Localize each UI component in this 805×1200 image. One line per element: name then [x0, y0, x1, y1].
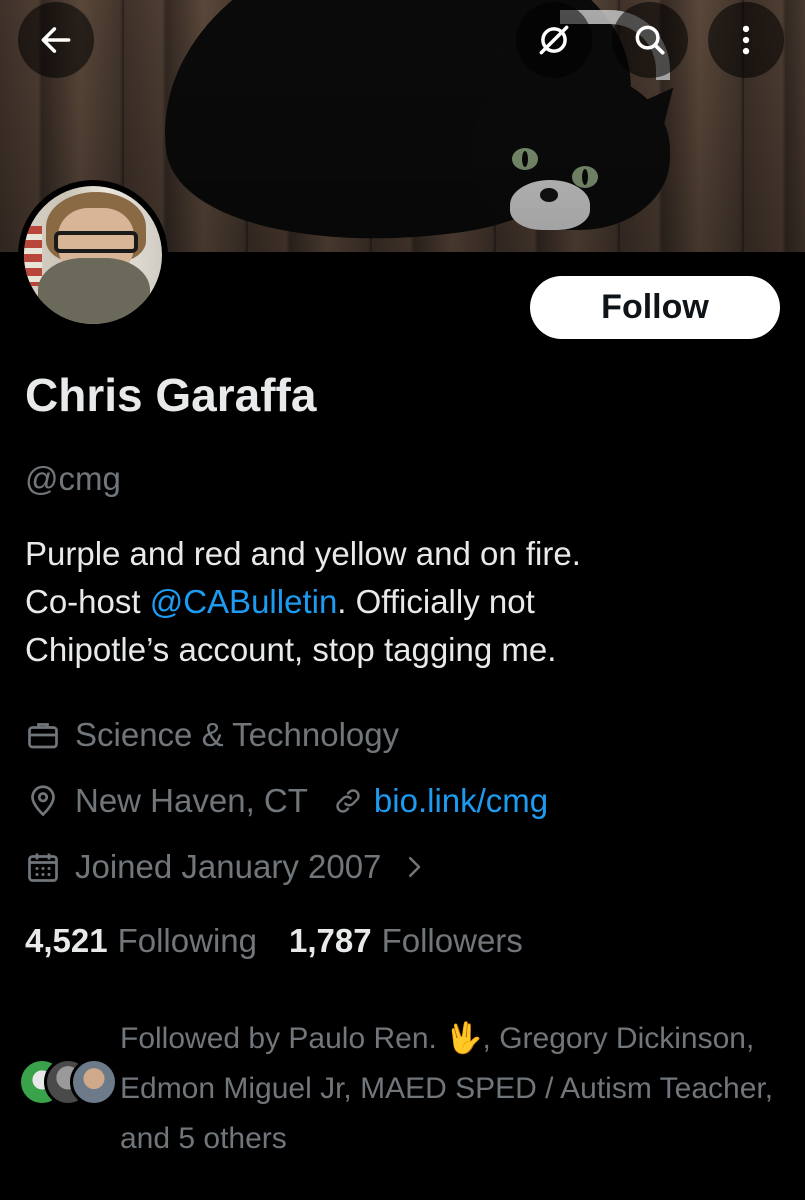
category-text: Science & Technology [75, 716, 400, 753]
followers-link[interactable]: 1,787 Followers [289, 922, 523, 960]
location-text: New Haven, CT [75, 782, 308, 819]
bio-line: Purple and red and yellow and on fire. [25, 535, 581, 572]
vulcan-salute-emoji: 🖖 [445, 1022, 483, 1055]
display-name: Chris Garaffa [25, 369, 317, 421]
avatar-scarf [38, 258, 150, 324]
link-icon [336, 789, 360, 813]
calendar-icon [28, 853, 58, 882]
user-handle: @cmg [25, 460, 121, 497]
following-link[interactable]: 4,521 Following [25, 922, 257, 960]
followed-by-part: Followed by Paulo Ren. [120, 1022, 446, 1055]
bio-text: Co-host [25, 583, 150, 620]
follow-button[interactable]: Follow [530, 276, 780, 339]
briefcase-icon [28, 723, 58, 749]
avatar-bookshelf [24, 226, 42, 286]
joined-row[interactable]: Joined January 2007 [25, 848, 443, 886]
mini-avatar [70, 1058, 118, 1106]
chevron-right-icon [409, 857, 421, 877]
website-link[interactable]: bio.link/cmg [374, 782, 548, 820]
bio: Purple and red and yellow and on fire. C… [25, 530, 785, 674]
joined-text: Joined January 2007 [75, 848, 382, 885]
follow-counts: 4,521 Following 1,787 Followers [25, 922, 523, 960]
bio-line: Co-host @CABulletin. Officially not [25, 578, 785, 626]
avatar-glasses [54, 231, 138, 253]
followers-label: Followers [381, 922, 523, 959]
grok-icon [539, 25, 569, 55]
bio-text: . Officially not [337, 583, 535, 620]
followed-by-text[interactable]: Followed by Paulo Ren. 🖖, Gregory Dickin… [120, 1014, 780, 1164]
back-arrow-icon [41, 27, 71, 53]
back-button[interactable] [18, 2, 94, 78]
profile-location-row: New Haven, CT bio.link/cmg [25, 782, 548, 820]
bio-line: Chipotle’s account, stop tagging me. [25, 631, 557, 668]
more-button[interactable] [708, 2, 784, 78]
followed-by-avatars[interactable] [18, 1058, 118, 1108]
following-count: 4,521 [25, 922, 108, 959]
more-vertical-icon [742, 25, 750, 55]
bio-mention-link[interactable]: @CABulletin [150, 583, 338, 620]
location-pin-icon [31, 785, 55, 817]
avatar[interactable] [18, 180, 168, 330]
avatar-image [24, 186, 162, 324]
followers-count: 1,787 [289, 922, 372, 959]
search-button[interactable] [612, 2, 688, 78]
profile-category: Science & Technology [25, 716, 399, 754]
following-label: Following [117, 922, 257, 959]
grok-button[interactable] [516, 2, 592, 78]
search-icon [635, 25, 665, 55]
